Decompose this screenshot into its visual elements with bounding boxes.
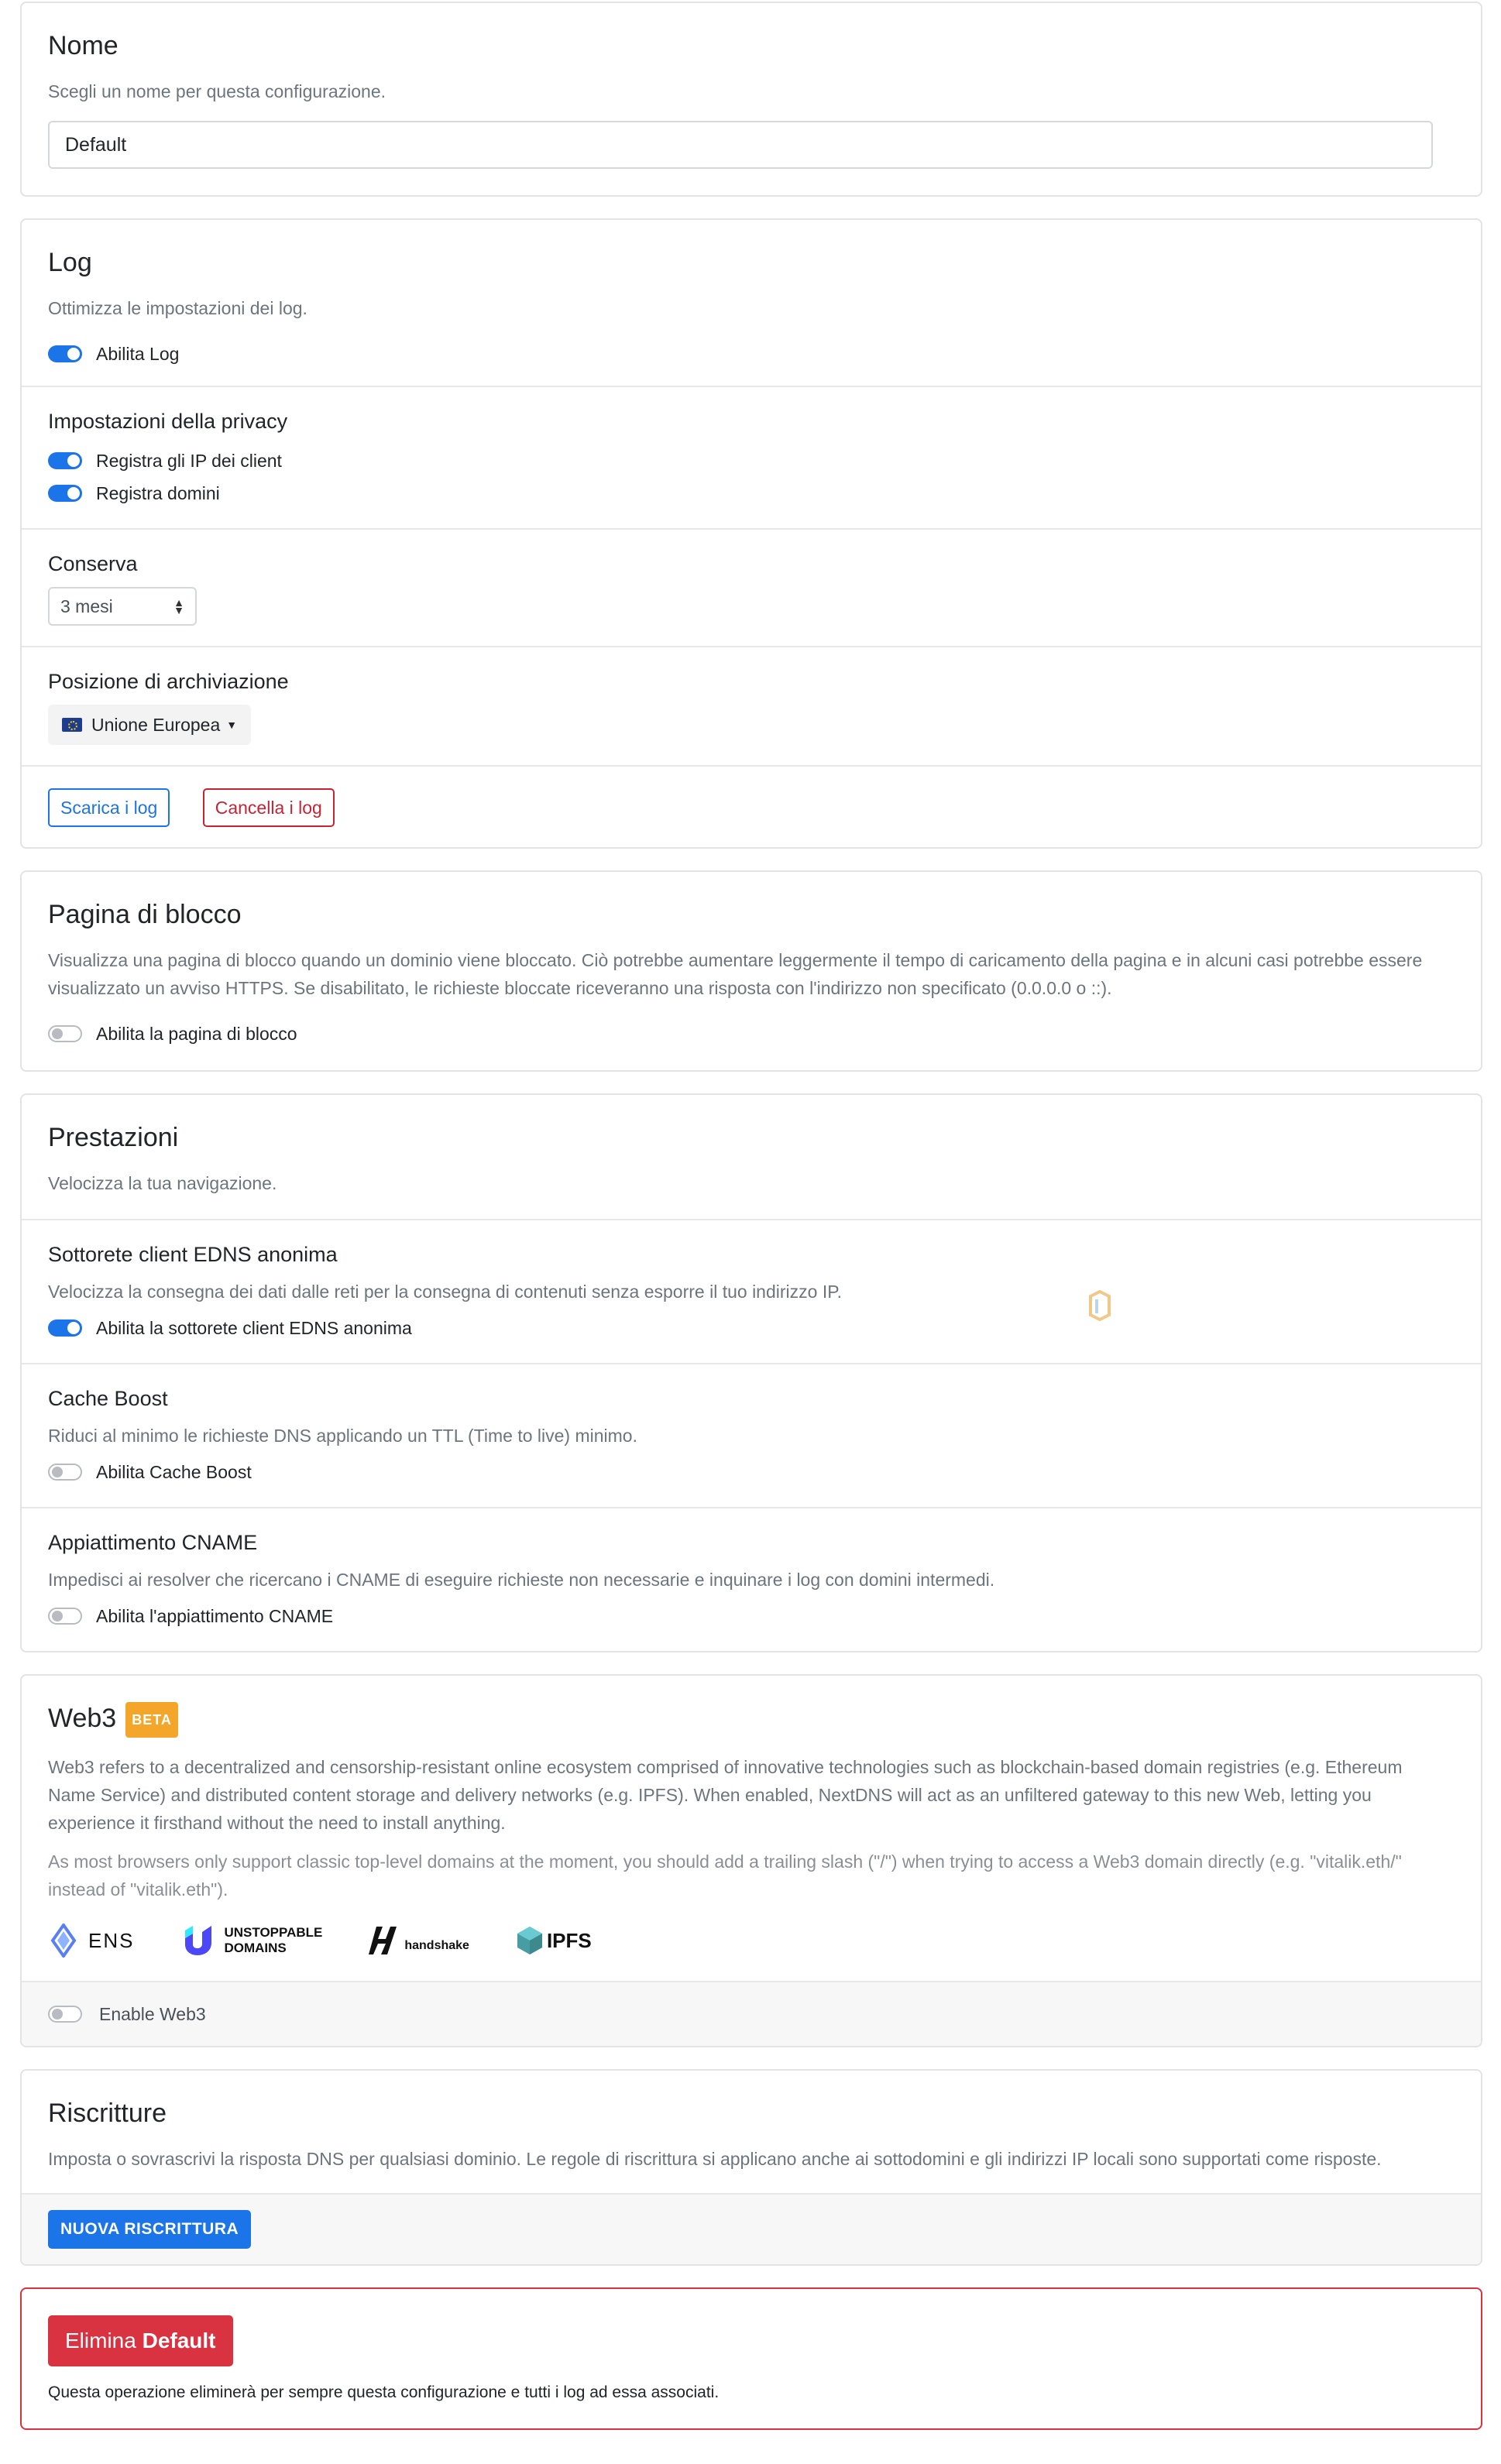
- ipfs-label: IPFS: [546, 1928, 592, 1952]
- ens-label: ENS: [88, 1928, 135, 1952]
- privacy-title: Impostazioni della privacy: [48, 410, 288, 433]
- handshake-icon: [369, 1927, 397, 1955]
- log-client-ips-row: Registra gli IP dei client: [48, 444, 1455, 477]
- enable-block-page-label: Abilita la pagina di blocco: [96, 1023, 297, 1044]
- performance-title: Prestazioni: [48, 1123, 179, 1152]
- download-logs-button[interactable]: Scarica i log: [48, 788, 170, 827]
- rewrites-title: Riscritture: [48, 2099, 167, 2129]
- delete-button-prefix: Elimina: [65, 2328, 143, 2353]
- cache-boost-toggle[interactable]: [48, 1464, 82, 1481]
- cname-description: Impedisci ai resolver che ricercano i CN…: [48, 1570, 995, 1590]
- edns-title: Sottorete client EDNS anonima: [48, 1243, 338, 1266]
- edns-row: Abilita la sottorete client EDNS anonima: [48, 1312, 1455, 1344]
- cname-label: Abilita l'appiattimento CNAME: [96, 1605, 334, 1626]
- storage-location-value: Unione Europea: [91, 714, 221, 735]
- log-client-ips-toggle[interactable]: [48, 452, 82, 469]
- log-domains-row: Registra domini: [48, 477, 1455, 510]
- handshake-label: handshake: [404, 1939, 469, 1953]
- watermark-icon: [1089, 1289, 1111, 1322]
- storage-location-dropdown[interactable]: Unione Europea ▼: [48, 705, 252, 745]
- cache-boost-label: Abilita Cache Boost: [96, 1461, 252, 1482]
- name-description: Scegli un nome per questa configurazione…: [48, 81, 386, 101]
- enable-log-toggle[interactable]: [48, 345, 82, 362]
- retention-value: 3 mesi: [60, 595, 113, 616]
- enable-log-label: Abilita Log: [96, 343, 180, 364]
- delete-card: Elimina Default Questa operazione elimin…: [20, 2287, 1482, 2431]
- beta-badge: BETA: [125, 1702, 178, 1738]
- enable-block-page-toggle[interactable]: [48, 1025, 82, 1042]
- web3-title: Web3: [48, 1704, 117, 1733]
- web3-card: Web3 BETA Web3 refers to a decentralized …: [20, 1674, 1482, 2048]
- performance-card: Prestazioni Velocizza la tua navigazione…: [20, 1093, 1482, 1652]
- log-description: Ottimizza le impostazioni dei log.: [48, 298, 307, 318]
- cache-boost-title: Cache Boost: [48, 1387, 168, 1410]
- rewrites-description: Imposta o sovrascrivi la risposta DNS pe…: [48, 2149, 1382, 2170]
- storage-title: Posizione di archiviazione: [48, 670, 289, 693]
- new-rewrite-button[interactable]: NUOVA RISCRITTURA: [48, 2210, 252, 2250]
- block-page-title: Pagina di blocco: [48, 900, 242, 929]
- web3-description: Web3 refers to a decentralized and censo…: [48, 1757, 1403, 1834]
- delete-config-button[interactable]: Elimina Default: [48, 2315, 233, 2367]
- enable-web3-label: Enable Web3: [99, 2003, 206, 2024]
- web3-logos: ENS UNSTOPPABLE DOMAINS handshake IPFS: [48, 1917, 1455, 1964]
- clear-logs-button[interactable]: Cancella i log: [202, 788, 335, 827]
- cache-boost-row: Abilita Cache Boost: [48, 1456, 1455, 1488]
- cname-row: Abilita l'appiattimento CNAME: [48, 1600, 1455, 1632]
- ens-icon: [50, 1923, 77, 1958]
- caret-down-icon: ▼: [226, 719, 238, 731]
- enable-web3-row: Enable Web3: [48, 1998, 1455, 2030]
- enable-log-row: Abilita Log: [48, 338, 1455, 370]
- select-arrows-icon: ▲ ▼: [173, 596, 184, 616]
- unstoppable-domains-icon: [185, 1926, 212, 1956]
- edns-label: Abilita la sottorete client EDNS anonima: [96, 1317, 412, 1338]
- edns-toggle[interactable]: [48, 1320, 82, 1337]
- delete-note: Questa operazione eliminerà per sempre q…: [48, 2383, 720, 2402]
- enable-block-page-row: Abilita la pagina di blocco: [48, 1018, 1455, 1050]
- name-card: Nome Scegli un nome per questa configura…: [20, 2, 1482, 197]
- ens-logo: ENS: [48, 1923, 134, 1958]
- log-domains-label: Registra domini: [96, 482, 220, 503]
- settings-page: Nome Scegli un nome per questa configura…: [0, 0, 1501, 2431]
- ipfs-logo: IPFS: [516, 1925, 592, 1956]
- eu-flag-icon: [62, 718, 82, 732]
- log-domains-toggle[interactable]: [48, 485, 82, 502]
- web3-note: As most browsers only support classic to…: [48, 1851, 1402, 1900]
- performance-description: Velocizza la tua navigazione.: [48, 1173, 277, 1193]
- edns-description: Velocizza la consegna dei dati dalle ret…: [48, 1282, 842, 1302]
- rewrites-card: Riscritture Imposta o sovrascrivi la ris…: [20, 2069, 1482, 2267]
- enable-web3-toggle[interactable]: [48, 2006, 82, 2023]
- domains-label: DOMAINS: [224, 1941, 287, 1956]
- handshake-logo: handshake: [369, 1923, 469, 1958]
- block-page-description: Visualizza una pagina di blocco quando u…: [48, 950, 1423, 998]
- cname-title: Appiattimento CNAME: [48, 1531, 258, 1554]
- retention-select[interactable]: 3 mesi ▲ ▼: [48, 587, 197, 626]
- unstoppable-domains-logo: UNSTOPPABLE DOMAINS: [180, 1923, 322, 1958]
- log-card: Log Ottimizza le impostazioni dei log. A…: [20, 218, 1482, 849]
- ipfs-icon: [517, 1927, 542, 1955]
- retention-title: Conserva: [48, 552, 138, 575]
- block-page-card: Pagina di blocco Visualizza una pagina d…: [20, 870, 1482, 1072]
- cname-toggle[interactable]: [48, 1608, 82, 1625]
- unstoppable-label: UNSTOPPABLE: [224, 1925, 323, 1941]
- unstoppable-domains-text: UNSTOPPABLE DOMAINS: [224, 1925, 322, 1956]
- cache-boost-description: Riduci al minimo le richieste DNS applic…: [48, 1426, 637, 1446]
- delete-button-config-name: Default: [142, 2328, 216, 2353]
- config-name-input[interactable]: [48, 121, 1433, 169]
- name-title: Nome: [48, 31, 118, 60]
- log-title: Log: [48, 248, 92, 277]
- log-client-ips-label: Registra gli IP dei client: [96, 450, 282, 471]
- web3-title-row: Web3 BETA: [48, 1702, 1455, 1738]
